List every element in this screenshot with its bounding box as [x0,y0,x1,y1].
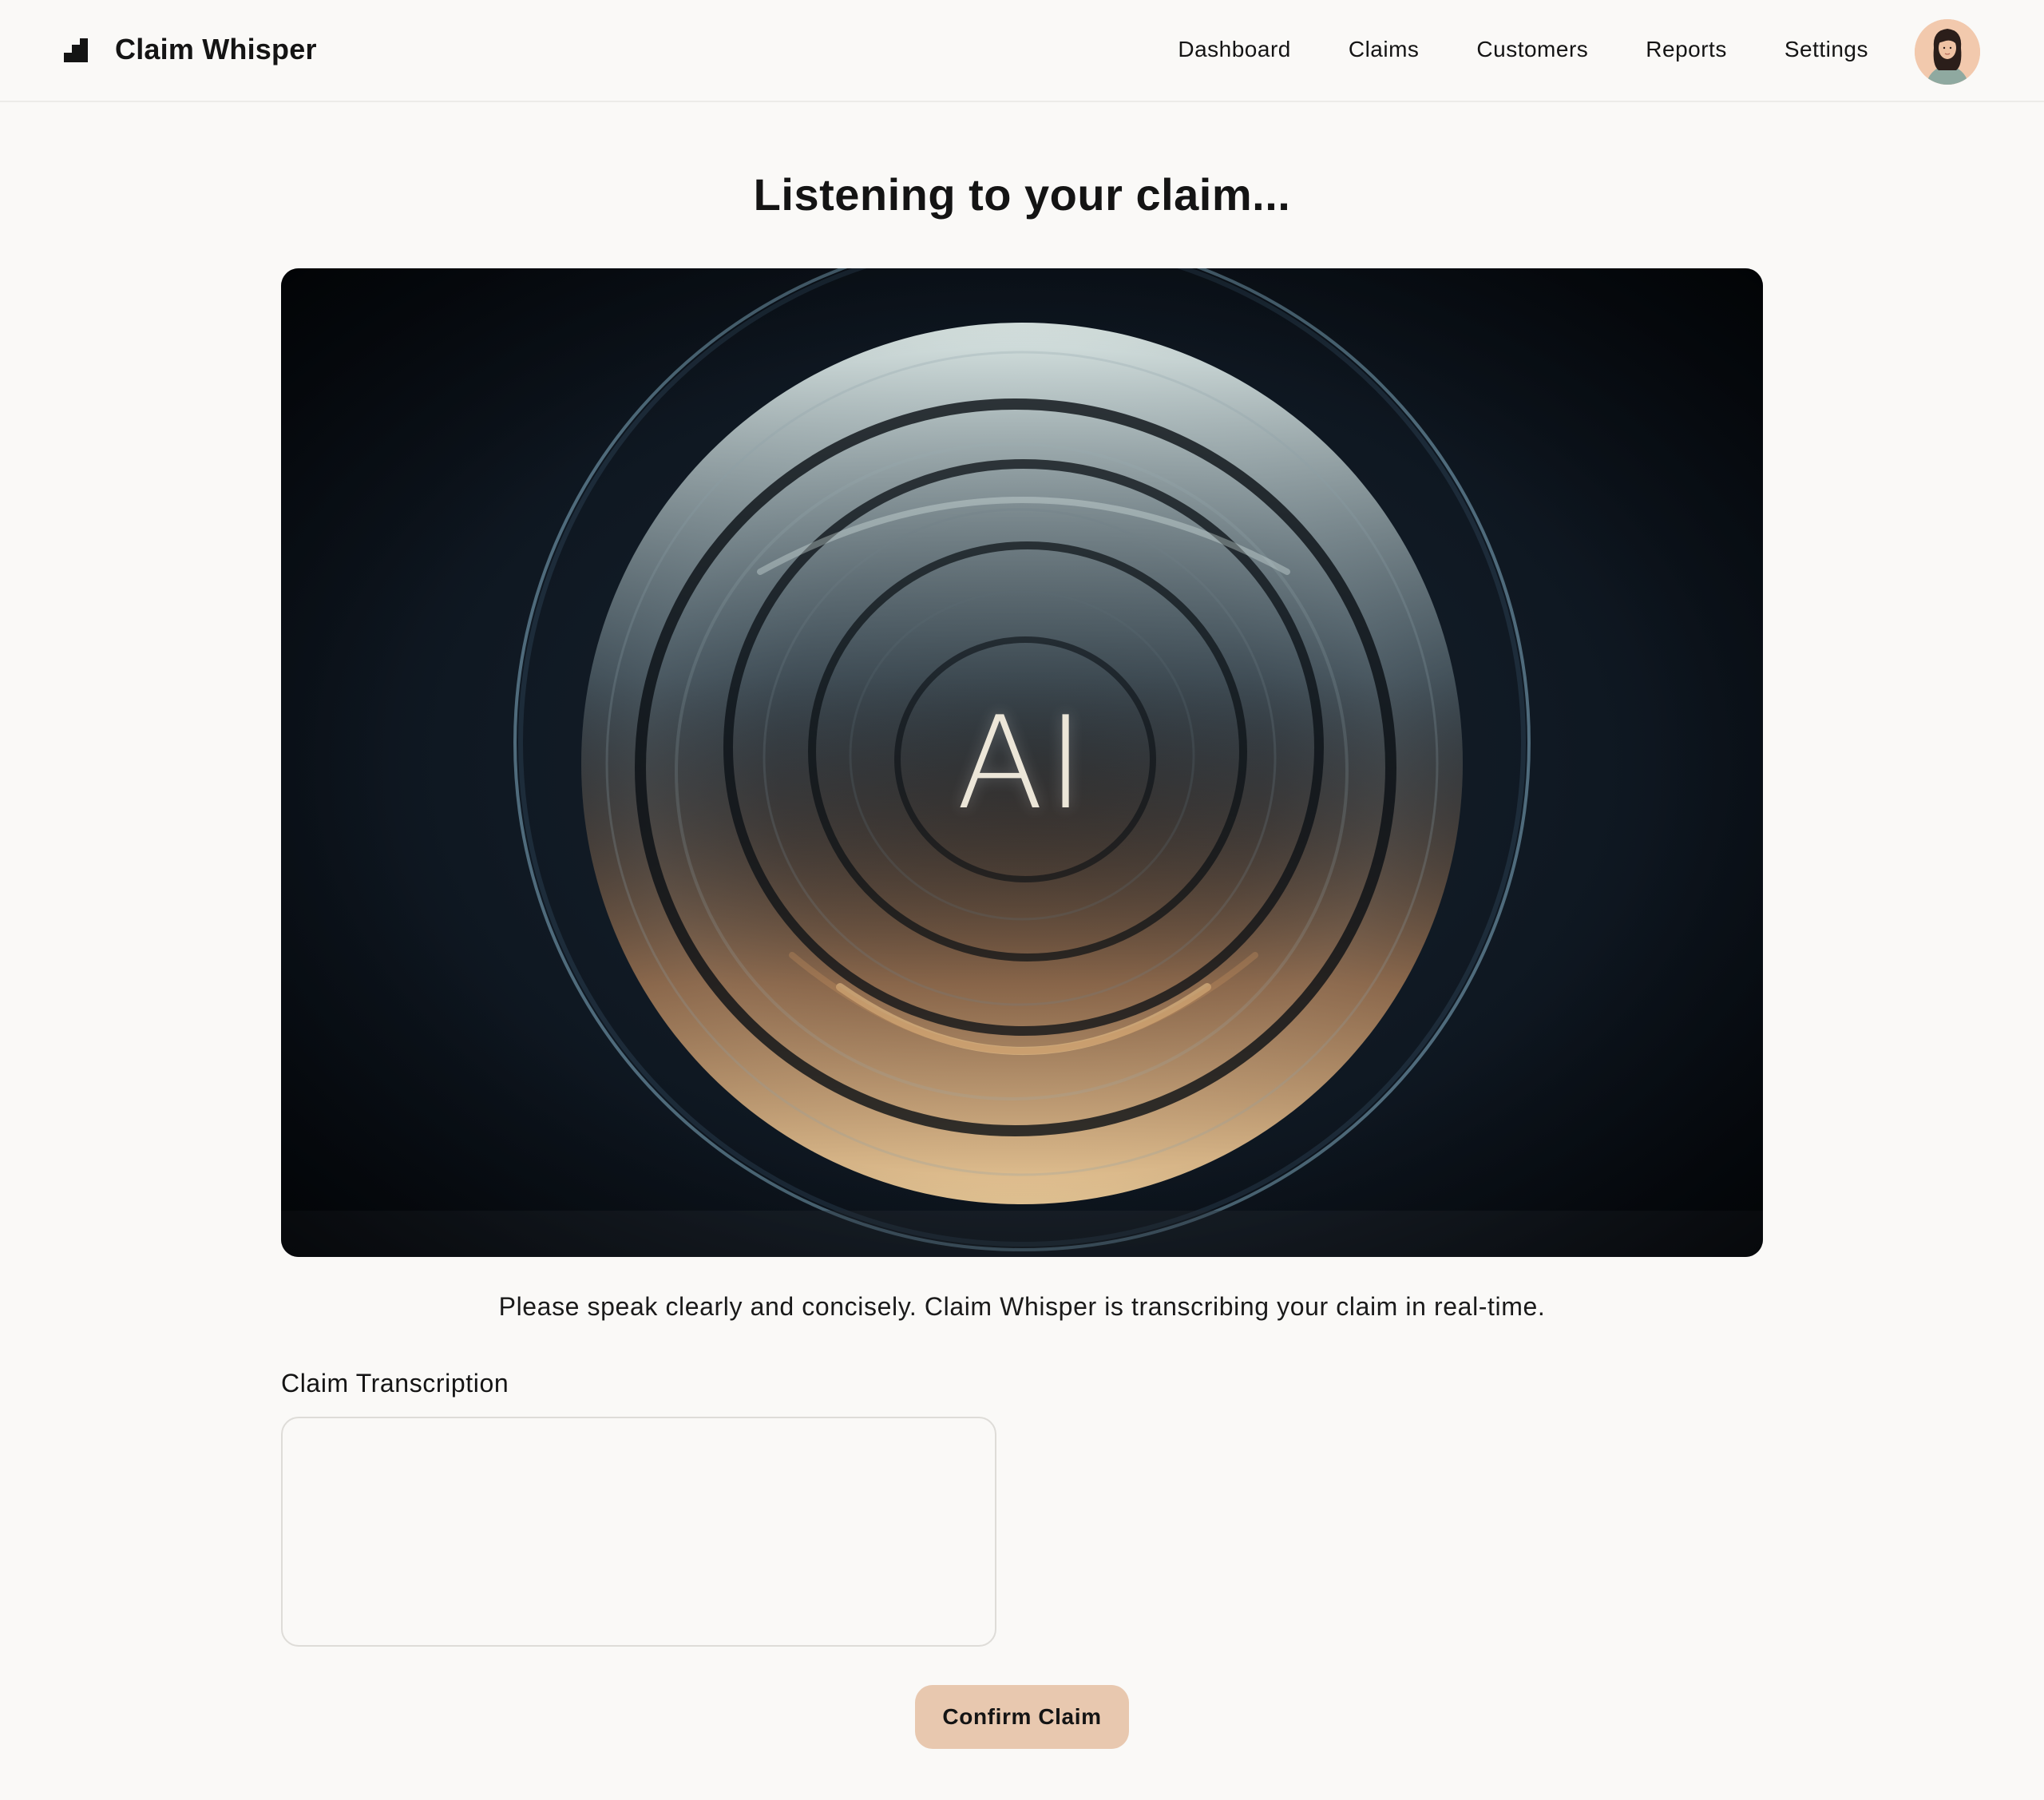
app-title[interactable]: Claim Whisper [115,29,317,70]
nav-reports[interactable]: Reports [1646,37,1727,62]
transcription-label: Claim Transcription [281,1369,509,1398]
nav-customers[interactable]: Customers [1476,37,1588,62]
top-nav-bar: Claim Whisper Dashboard Claims Customers… [0,0,2044,102]
main-nav: Dashboard Claims Customers Reports Setti… [1178,30,1868,69]
confirm-claim-button[interactable]: Confirm Claim [915,1685,1129,1749]
nav-settings[interactable]: Settings [1785,37,1868,62]
transcription-textarea[interactable] [281,1417,996,1647]
ai-listening-visual: AI [281,268,1763,1257]
instructions-text: Please speak clearly and concisely. Clai… [498,1292,1546,1321]
stairs-logo-icon[interactable] [64,38,88,62]
nav-claims[interactable]: Claims [1349,37,1420,62]
nav-dashboard[interactable]: Dashboard [1178,37,1290,62]
page-title: Listening to your claim... [753,169,1291,220]
ai-label: AI [956,688,1088,838]
user-avatar[interactable] [1915,19,1980,85]
avatar-portrait-icon [1915,19,1980,85]
